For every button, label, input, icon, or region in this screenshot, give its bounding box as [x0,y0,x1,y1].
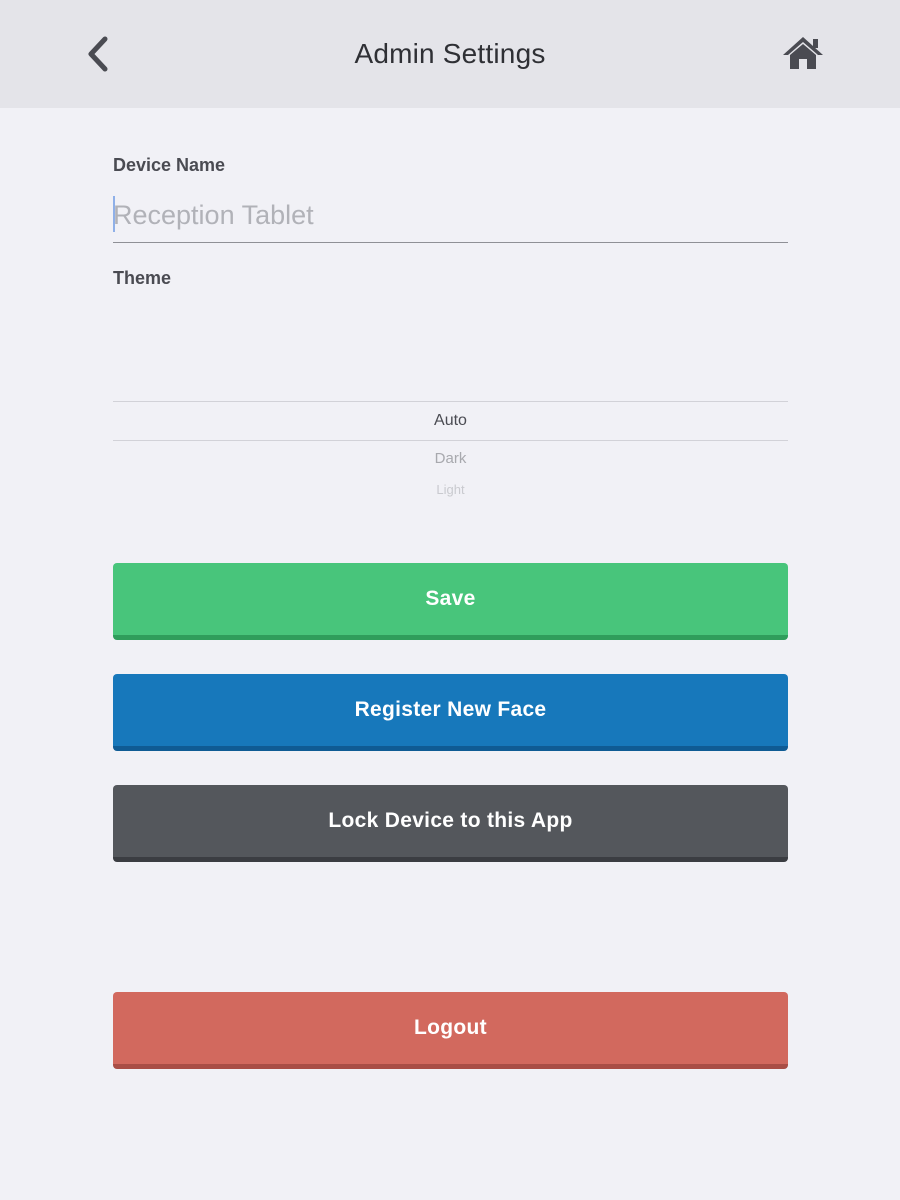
picker-selection-top-line [113,401,788,402]
text-caret [113,196,115,232]
picker-selection-bottom-line [113,440,788,441]
device-name-input[interactable] [113,190,788,240]
header-bar: Admin Settings [0,0,900,108]
theme-picker[interactable]: Auto Dark Light [113,300,788,530]
page-title: Admin Settings [354,38,546,69]
save-button[interactable]: Save [113,563,788,640]
theme-option-auto[interactable]: Auto [113,412,788,430]
theme-option-light[interactable]: Light [113,482,788,497]
device-name-label: Device Name [113,155,226,175]
home-button[interactable] [780,32,826,74]
theme-label: Theme [113,268,172,288]
lock-device-button[interactable]: Lock Device to this App [113,785,788,862]
theme-option-dark[interactable]: Dark [113,450,788,467]
home-icon [783,37,823,69]
register-new-face-button[interactable]: Register New Face [113,674,788,751]
logout-button[interactable]: Logout [113,992,788,1069]
device-name-field-wrapper [113,190,788,243]
